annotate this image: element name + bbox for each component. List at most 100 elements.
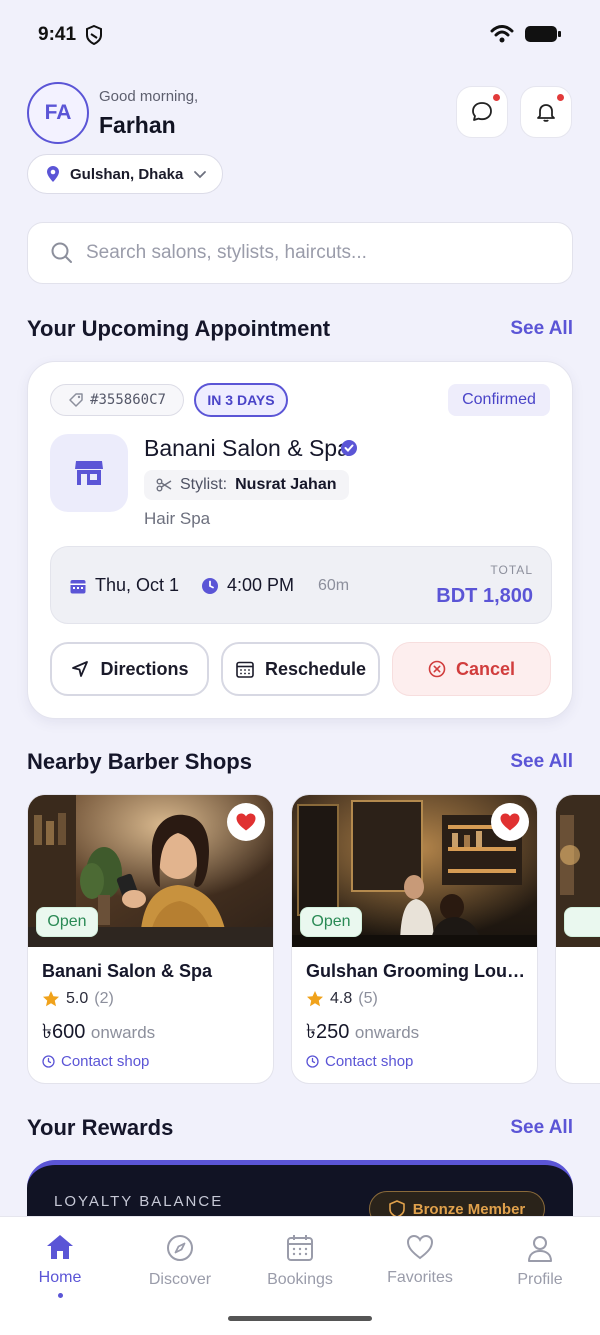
nav-favorites[interactable]: Favorites [360, 1233, 480, 1287]
countdown-badge: IN 3 DAYS [194, 383, 288, 417]
verified-icon [340, 439, 358, 462]
active-indicator-dot [57, 1293, 63, 1298]
nav-label: Favorites [387, 1269, 453, 1286]
shop-name: Gulshan Grooming Loun... [306, 961, 526, 981]
price-suffix: onwards [90, 1023, 156, 1042]
bell-icon [537, 104, 555, 122]
price-value: ৳250 [306, 1021, 350, 1043]
reschedule-button[interactable]: Reschedule [221, 642, 380, 696]
upcoming-section-title: Your Upcoming Appointment [27, 316, 331, 341]
clock-icon [42, 1055, 55, 1068]
review-count: (2) [94, 990, 114, 1007]
tier-label: Bronze Member [412, 1200, 526, 1218]
shop-card[interactable]: Open Banani Salon & Spa 5.0 (2) ৳600 onw… [27, 794, 274, 1084]
salon-name[interactable]: Banani Salon & Spa [144, 435, 350, 462]
review-count: (5) [358, 990, 378, 1007]
favorite-button[interactable] [227, 803, 265, 841]
loyalty-balance-label: LOYALTY BALANCE [54, 1193, 224, 1210]
person-icon [528, 1236, 552, 1262]
calendar-icon [287, 1235, 313, 1261]
directions-label: Directions [100, 658, 189, 679]
stylist-chip: Stylist: Nusrat Jahan [144, 470, 349, 500]
nav-discover[interactable]: Discover [120, 1233, 240, 1289]
appointment-datetime: Thu, Oct 1 4:00 PM 60m TOTAL BDT 1,800 [50, 546, 552, 624]
upcoming-see-all-link[interactable]: See All [510, 318, 573, 340]
time-text: 4:00 PM [227, 575, 295, 595]
price-suffix: onwards [354, 1023, 420, 1042]
open-status-badge [564, 907, 600, 937]
location-selector[interactable]: Gulshan, Dhaka [27, 154, 223, 194]
salon-thumbnail [50, 434, 128, 512]
shop-card[interactable]: Open Gulshan Grooming Loun... 4.8 (5) ৳2… [291, 794, 538, 1084]
stylist-name: Nusrat Jahan [235, 476, 337, 493]
favorite-button[interactable] [491, 803, 529, 841]
nearby-see-all-link[interactable]: See All [510, 751, 573, 773]
calendar-icon [236, 661, 254, 678]
nav-bookings[interactable]: Bookings [240, 1233, 360, 1289]
open-status-badge: Open [36, 907, 98, 937]
nearby-shops-carousel[interactable]: Open Banani Salon & Spa 5.0 (2) ৳600 onw… [27, 794, 600, 1086]
nav-label: Bookings [267, 1271, 333, 1288]
appointment-time: 4:00 PM [201, 575, 294, 596]
chat-icon [472, 102, 492, 121]
nearby-section-title: Nearby Barber Shops [27, 749, 252, 774]
status-time: 9:41 [38, 24, 77, 45]
reschedule-label: Reschedule [264, 658, 367, 679]
nav-profile[interactable]: Profile [480, 1233, 600, 1289]
messages-button[interactable] [456, 86, 508, 138]
chevron-down-icon [194, 171, 207, 179]
status-badge: Confirmed [448, 384, 550, 416]
rewards-see-all-link[interactable]: See All [510, 1117, 573, 1139]
rewards-section-title: Your Rewards [27, 1115, 174, 1140]
notifications-button[interactable] [520, 86, 572, 138]
location-pin-icon [47, 166, 59, 182]
avatar-initials: FA [44, 101, 72, 124]
status-indicators [490, 24, 562, 44]
nav-home[interactable]: Home [0, 1233, 120, 1298]
appointment-card[interactable]: #355860C7 IN 3 DAYS Confirmed Banani Sal… [27, 361, 573, 719]
shield-icon [86, 24, 102, 50]
storefront-icon [75, 461, 103, 485]
unread-dot [557, 94, 564, 101]
location-label: Gulshan, Dhaka [70, 165, 184, 183]
calendar-icon [70, 579, 86, 593]
cancel-label: Cancel [455, 658, 516, 679]
rating-value: 5.0 [66, 990, 89, 1007]
avatar[interactable]: FA [27, 82, 89, 144]
home-indicator [228, 1316, 372, 1321]
tag-icon [69, 393, 83, 407]
unread-dot [493, 94, 500, 101]
wifi-icon [490, 25, 514, 43]
star-icon [43, 991, 59, 1007]
shop-rating: 4.8 (5) [306, 990, 378, 1008]
cancel-circle-icon [428, 660, 446, 678]
home-icon [47, 1235, 73, 1259]
duration: 60m [318, 577, 350, 594]
booking-id: #355860C7 [90, 392, 166, 408]
navigation-arrow-icon [72, 661, 89, 677]
contact-label: Contact shop [325, 1053, 414, 1070]
user-name: Farhan [99, 112, 176, 138]
clock-icon [306, 1055, 319, 1068]
contact-label: Contact shop [61, 1053, 150, 1070]
scissors-icon [156, 478, 172, 492]
booking-id-chip: #355860C7 [50, 384, 184, 416]
contact-shop-link[interactable]: Contact shop [306, 1053, 413, 1070]
search-icon [51, 242, 72, 263]
cancel-button[interactable]: Cancel [392, 642, 551, 696]
directions-button[interactable]: Directions [50, 642, 209, 696]
heart-icon [236, 813, 256, 831]
search-input[interactable] [86, 242, 546, 264]
contact-shop-link[interactable]: Contact shop [42, 1053, 149, 1070]
date-text: Thu, Oct 1 [95, 575, 180, 595]
shop-price: ৳250 onwards [306, 1017, 419, 1050]
shop-rating: 5.0 (2) [42, 990, 114, 1008]
service-name: Hair Spa [144, 509, 211, 528]
shop-card[interactable] [555, 794, 600, 1084]
heart-icon [500, 813, 520, 831]
shop-price: ৳600 onwards [42, 1017, 155, 1050]
nav-label: Home [38, 1269, 82, 1286]
rating-value: 4.8 [330, 990, 353, 1007]
search-bar[interactable] [27, 222, 573, 284]
heart-icon [406, 1234, 434, 1260]
